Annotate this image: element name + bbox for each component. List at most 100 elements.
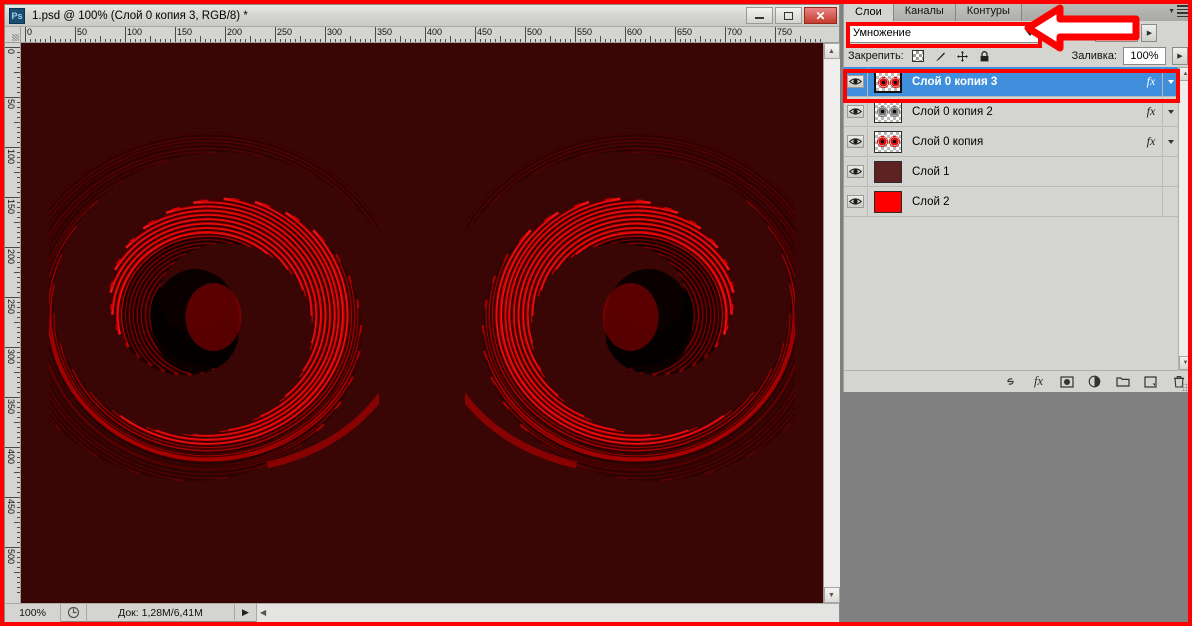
lock-transparency-icon[interactable] xyxy=(912,50,925,63)
layer-thumbnail[interactable] xyxy=(874,130,902,153)
layer-name[interactable]: Слой 0 копия 3 xyxy=(908,76,1140,88)
layer-row[interactable]: Слой 2 xyxy=(844,187,1178,217)
vortex-svg xyxy=(21,132,426,482)
opacity-value[interactable]: 100% xyxy=(1095,24,1139,42)
layer-effects-expand-icon[interactable] xyxy=(1162,127,1178,156)
ruler-tick xyxy=(550,36,551,42)
ruler-corner[interactable] xyxy=(5,27,21,43)
preview-icon[interactable] xyxy=(61,603,87,622)
title-bar: Ps 1.psd @ 100% (Слой 0 копия 3, RGB/8) … xyxy=(5,5,839,27)
tab-paths[interactable]: Контуры xyxy=(955,1,1022,21)
layer-thumbnail-cell[interactable] xyxy=(868,190,908,213)
layer-scroll-track[interactable] xyxy=(1178,81,1192,356)
new-layer-icon[interactable] xyxy=(1143,374,1158,389)
fill-value[interactable]: 100% xyxy=(1123,47,1166,65)
lock-position-icon[interactable] xyxy=(956,50,969,63)
layer-effects-icon[interactable]: fx xyxy=(1140,134,1162,149)
layer-visibility-toggle[interactable] xyxy=(844,187,868,216)
blend-mode-select[interactable]: Умножение xyxy=(848,23,1040,43)
layer-effects-icon[interactable]: fx xyxy=(1140,74,1162,89)
ruler-tick xyxy=(520,39,521,42)
layer-thumbnail[interactable] xyxy=(874,160,902,183)
ruler-label: 300 xyxy=(327,27,343,37)
layer-row[interactable]: Слой 0 копия fx xyxy=(844,127,1178,157)
ruler-label: 200 xyxy=(227,27,243,37)
layer-visibility-toggle[interactable] xyxy=(844,127,868,156)
horizontal-ruler[interactable]: 0 50 100 150 200 250 300 350 400 450 500 550 600 650 7… xyxy=(21,27,839,43)
vertical-ruler[interactable]: 0 50 100 150 200 250 300 350 400 450 500 xyxy=(5,43,21,603)
ruler-tick xyxy=(5,97,20,98)
red-spiral-vortex-artwork[interactable] xyxy=(21,43,823,603)
ruler-tick xyxy=(17,562,20,563)
canvas-area[interactable] xyxy=(21,43,823,603)
link-layers-icon[interactable] xyxy=(1003,374,1018,389)
layer-effects-expand-icon[interactable] xyxy=(1162,157,1178,186)
ruler-tick xyxy=(14,422,20,423)
ruler-tick xyxy=(17,357,20,358)
scroll-up-arrow-icon[interactable]: ▲ xyxy=(823,43,840,59)
canvas-vertical-scrollbar[interactable]: ▲ ▼ xyxy=(823,43,840,603)
layer-visibility-toggle[interactable] xyxy=(844,97,868,126)
ruler-tick xyxy=(445,39,446,42)
ruler-tick xyxy=(17,452,20,453)
tab-layers[interactable]: Слои xyxy=(844,1,894,21)
layer-effects-icon[interactable]: fx xyxy=(1140,104,1162,119)
layer-thumbnail-cell[interactable] xyxy=(868,70,908,93)
layer-row[interactable]: Слой 0 копия 2 fx xyxy=(844,97,1178,127)
add-layer-mask-icon[interactable] xyxy=(1059,374,1074,389)
ruler-tick xyxy=(600,36,601,42)
ruler-tick xyxy=(320,39,321,42)
ruler-label: 0 xyxy=(6,49,16,55)
layer-visibility-toggle[interactable] xyxy=(844,67,868,96)
vertical-scroll-track[interactable] xyxy=(823,59,840,587)
lock-image-pixels-icon[interactable] xyxy=(934,50,947,63)
layer-scroll-up-icon[interactable]: ▲ xyxy=(1178,67,1192,81)
status-expand-arrow-icon[interactable]: ▶ xyxy=(235,603,257,622)
layer-visibility-toggle[interactable] xyxy=(844,157,868,186)
layer-thumbnail[interactable] xyxy=(874,190,902,213)
scroll-down-arrow-icon[interactable]: ▼ xyxy=(823,587,840,603)
layer-effects-expand-icon[interactable] xyxy=(1162,97,1178,126)
opacity-slider-arrow-icon[interactable]: ▶ xyxy=(1141,24,1158,42)
layer-name[interactable]: Слой 1 xyxy=(908,166,1140,178)
lock-all-icon[interactable] xyxy=(978,50,991,63)
layer-name[interactable]: Слой 2 xyxy=(908,196,1140,208)
fill-slider-arrow-icon[interactable]: ▶ xyxy=(1172,47,1188,65)
layer-thumbnail[interactable] xyxy=(874,70,902,93)
new-group-icon[interactable] xyxy=(1115,374,1130,389)
canvas-horizontal-scrollbar[interactable]: ◀ xyxy=(257,603,839,622)
tab-channels[interactable]: Каналы xyxy=(893,1,956,21)
new-adjustment-layer-icon[interactable] xyxy=(1087,374,1102,389)
minimize-button[interactable] xyxy=(746,7,773,24)
layer-effects-expand-icon[interactable] xyxy=(1162,67,1178,96)
close-button[interactable]: ✕ xyxy=(804,7,837,24)
ruler-label: 650 xyxy=(677,27,693,37)
panel-menu-icon[interactable]: ▼ xyxy=(1168,5,1188,17)
layer-thumbnail[interactable] xyxy=(874,100,902,123)
ruler-tick xyxy=(17,507,20,508)
thumb-spiral-icon xyxy=(877,135,888,147)
layer-row[interactable]: Слой 1 xyxy=(844,157,1178,187)
add-layer-style-icon[interactable]: fx xyxy=(1031,374,1046,389)
layer-name[interactable]: Слой 0 копия xyxy=(908,136,1140,148)
zoom-level[interactable]: 100% xyxy=(5,603,61,622)
ruler-tick xyxy=(300,36,301,42)
restore-button[interactable] xyxy=(775,7,802,24)
layer-thumbnail-cell[interactable] xyxy=(868,130,908,153)
ruler-tick xyxy=(14,322,20,323)
thumb-spiral-icon xyxy=(889,105,900,117)
layer-effects-expand-icon[interactable] xyxy=(1162,187,1178,216)
layer-list-scrollbar[interactable]: ▲ ▼ xyxy=(1178,67,1192,370)
ruler-label: 50 xyxy=(77,27,88,37)
layer-thumbnail-cell[interactable] xyxy=(868,160,908,183)
panel-resize-grip[interactable] xyxy=(1182,383,1190,391)
layer-scroll-down-icon[interactable]: ▼ xyxy=(1178,356,1192,370)
scroll-left-arrow-icon[interactable]: ◀ xyxy=(260,608,266,617)
ruler-tick xyxy=(105,39,106,42)
layer-name[interactable]: Слой 0 копия 2 xyxy=(908,106,1140,118)
layer-thumbnail-cell[interactable] xyxy=(868,100,908,123)
ruler-tick xyxy=(655,39,656,42)
ruler-tick xyxy=(765,39,766,42)
layer-row[interactable]: Слой 0 копия 3 fx xyxy=(844,67,1178,97)
ruler-tick xyxy=(310,39,311,42)
